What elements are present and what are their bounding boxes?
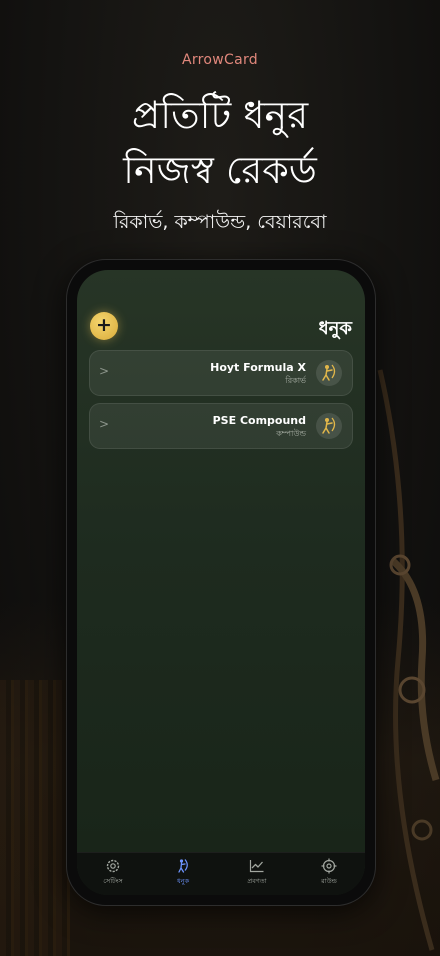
background-bow-illustration (377, 369, 440, 951)
trend-chart-icon (249, 860, 264, 873)
tab-bows[interactable]: ধনুক (155, 858, 211, 887)
hero-subtitle: রিকার্ভ, কম্পাউন্ড, বেয়ারবো (113, 211, 327, 233)
tab-settings[interactable]: সেটিংস (85, 858, 141, 887)
tab-label: রাউন্ড (321, 877, 337, 885)
archer-icon (178, 859, 188, 873)
bow-name: PSE Compound (212, 414, 306, 427)
archer-icon (316, 413, 342, 439)
add-bow-button[interactable]: + (90, 312, 118, 340)
tab-trends[interactable]: প্রবণতা (229, 858, 285, 887)
archer-icon (316, 360, 342, 386)
chevron-right-icon: > (99, 417, 110, 431)
bow-list-item[interactable]: > PSE Compound কম্পাউন্ড (89, 403, 353, 449)
target-icon (321, 858, 337, 874)
page-title: ধনুক (318, 318, 352, 339)
bow-type: রিকার্ভ (285, 376, 306, 385)
chevron-right-icon: > (99, 364, 110, 378)
background-wood-texture (0, 680, 70, 956)
bow-list-item[interactable]: > Hoyt Formula X রিকার্ভ (89, 350, 353, 396)
tab-label: সেটিংস (103, 877, 123, 885)
phone-mockup: + ধনুক > Hoyt Formula X রিকার্ভ > PSE Co… (66, 259, 376, 906)
brand-name: ArrowCard (181, 52, 258, 68)
hero-title-line-1: প্রতিটি ধনুর (131, 93, 309, 137)
hero-title-line-2: নিজস্ব রেকর্ড (123, 148, 317, 192)
bow-name: Hoyt Formula X (210, 361, 306, 374)
tab-label: ধনুক (176, 877, 190, 885)
app-screen: + ধনুক > Hoyt Formula X রিকার্ভ > PSE Co… (77, 270, 365, 895)
bow-type: কম্পাউন্ড (276, 429, 306, 438)
tab-rounds[interactable]: রাউন্ড (301, 858, 357, 887)
bottom-tab-bar: সেটিংস ধনুক প্রবণতা রাউন্ড (77, 852, 365, 895)
gear-icon (106, 859, 120, 873)
tab-label: প্রবণতা (247, 877, 267, 885)
hero-title: প্রতিটি ধনুর নিজস্ব রেকর্ড (0, 88, 440, 198)
